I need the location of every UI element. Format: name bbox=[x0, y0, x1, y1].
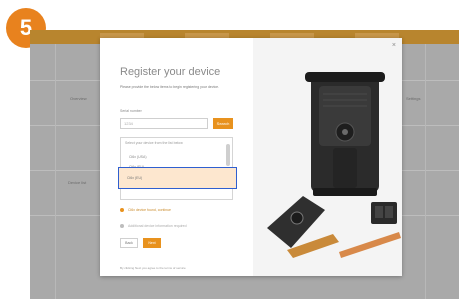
dialog-footer-text: By clicking Next you agree to the terms … bbox=[120, 266, 186, 270]
status-info: Additional device information required bbox=[120, 224, 187, 229]
next-button[interactable]: Next bbox=[143, 238, 161, 248]
dropdown-scrollbar[interactable] bbox=[226, 144, 230, 166]
color-reference-strip bbox=[339, 232, 401, 258]
serial-number-label: Serial number bbox=[120, 109, 142, 113]
device-option[interactable]: Ci6x (USA) bbox=[129, 155, 147, 159]
module-slot bbox=[385, 206, 393, 218]
search-button[interactable]: Search bbox=[213, 118, 233, 129]
register-device-dialog: Register your device Please provide the … bbox=[100, 38, 402, 276]
spectrophotometer-illustration bbox=[267, 72, 401, 258]
status-device-found: Ci6x device found, continue bbox=[120, 208, 171, 213]
background-row-label: Settings bbox=[406, 96, 421, 101]
status-info-text: Additional device information required bbox=[128, 224, 187, 228]
back-button[interactable]: Back bbox=[120, 238, 138, 248]
status-device-found-text: Ci6x device found, continue bbox=[128, 208, 171, 212]
warning-dot-icon bbox=[120, 208, 124, 213]
serial-number-input[interactable]: 1234 bbox=[120, 118, 208, 129]
background-row-label: Overview bbox=[70, 96, 87, 101]
highlighted-device-option[interactable]: Ci6x (EU) bbox=[118, 167, 237, 189]
device-list-header: Select your device from the list below bbox=[125, 141, 183, 145]
dialog-title: Register your device bbox=[120, 66, 221, 78]
close-icon[interactable]: × bbox=[392, 42, 396, 49]
device-image-panel: × bbox=[253, 38, 402, 276]
calibration-module bbox=[371, 202, 397, 224]
device-stand bbox=[333, 148, 357, 188]
info-dot-icon bbox=[120, 224, 124, 229]
dialog-form-panel: Register your device Please provide the … bbox=[100, 38, 253, 276]
background-column-line bbox=[55, 44, 56, 299]
highlighted-option-label: Ci6x (EU) bbox=[127, 176, 143, 180]
device-top-cap bbox=[305, 72, 385, 82]
aperture-center bbox=[342, 129, 348, 135]
background-row-label: Device list bbox=[68, 180, 87, 185]
background-column-line bbox=[425, 44, 426, 299]
device-base bbox=[313, 188, 377, 196]
handheld-aperture bbox=[290, 211, 304, 225]
module-slot bbox=[375, 206, 383, 218]
dialog-description: Please provide the below items to begin … bbox=[120, 85, 220, 89]
